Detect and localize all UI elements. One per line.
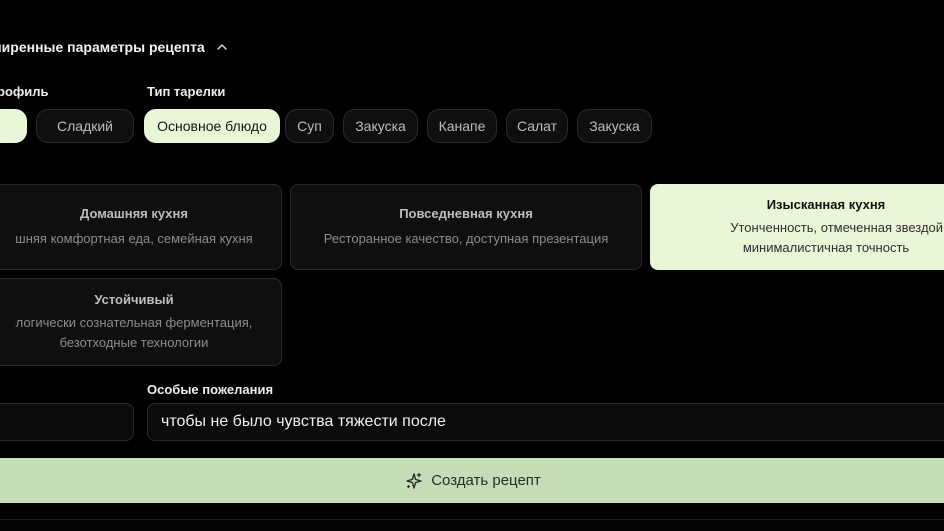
style-card-home[interactable]: Домашняя кухня шняя комфортная еда, семе… xyxy=(0,184,282,270)
style-card-title: Устойчивый xyxy=(94,291,174,307)
plate-chip-label: Канапе xyxy=(438,118,486,134)
plate-chip-soup[interactable]: Суп xyxy=(285,109,334,143)
flavor-profile-label: рофиль xyxy=(0,84,49,99)
plate-chip-salad[interactable]: Салат xyxy=(506,109,568,143)
sparkles-icon xyxy=(405,472,423,490)
style-card-title: Домашняя кухня xyxy=(80,205,188,221)
section-title: ширенные параметры рецепта xyxy=(0,39,205,55)
recipe-settings-panel: ширенные параметры рецепта рофиль Сладки… xyxy=(0,0,944,531)
chevron-up-icon xyxy=(215,40,229,54)
special-requests-input[interactable]: чтобы не было чувства тяжести после xyxy=(147,403,944,441)
plate-chip-main-course[interactable]: Основное блюдо xyxy=(144,109,280,143)
plate-chip-appetizer[interactable]: Закуска xyxy=(343,109,418,143)
style-card-desc: шняя комфортная еда, семейная кухня xyxy=(15,230,253,246)
plate-chip-label: Суп xyxy=(297,118,322,134)
plate-chip-appetizer-2[interactable]: Закуска xyxy=(577,109,652,143)
servings-input[interactable] xyxy=(0,403,134,441)
create-recipe-button[interactable]: Создать рецепт xyxy=(0,458,944,503)
plate-chip-label: Закуска xyxy=(355,118,406,134)
style-card-fine-dining[interactable]: Изысканная кухня Утонченность, отмеченна… xyxy=(650,184,944,270)
next-panel-edge xyxy=(0,519,944,531)
flavor-chip-selected[interactable] xyxy=(0,109,27,143)
style-card-sustainable[interactable]: Устойчивый логически сознательная фермен… xyxy=(0,278,282,366)
style-card-desc-2: минималистичная точность xyxy=(742,239,910,255)
style-card-desc: Ресторанное качество, доступная презента… xyxy=(323,230,609,246)
plate-chip-label: Закуска xyxy=(589,118,640,134)
create-recipe-label: Создать рецепт xyxy=(431,472,541,489)
plate-type-label: Тип тарелки xyxy=(147,84,226,99)
style-card-title: Повседневная кухня xyxy=(399,205,533,221)
flavor-chip-label: Сладкий xyxy=(57,118,113,134)
style-card-desc: Утонченность, отмеченная звездой Мишл xyxy=(730,219,944,235)
plate-chip-label: Основное блюдо xyxy=(157,118,267,134)
style-card-desc-2: безотходные технологии xyxy=(59,334,209,350)
style-card-desc: логически сознательная ферментация, xyxy=(15,314,253,330)
special-requests-value: чтобы не было чувства тяжести после xyxy=(161,413,446,430)
flavor-chip-sweet[interactable]: Сладкий xyxy=(36,109,134,143)
style-card-title: Изысканная кухня xyxy=(766,196,886,212)
special-requests-label: Особые пожелания xyxy=(147,382,274,397)
plate-chip-canape[interactable]: Канапе xyxy=(427,109,497,143)
plate-chip-label: Салат xyxy=(516,118,558,134)
style-card-casual[interactable]: Повседневная кухня Ресторанное качество,… xyxy=(290,184,642,270)
advanced-settings-toggle[interactable]: ширенные параметры рецепта xyxy=(0,37,229,57)
